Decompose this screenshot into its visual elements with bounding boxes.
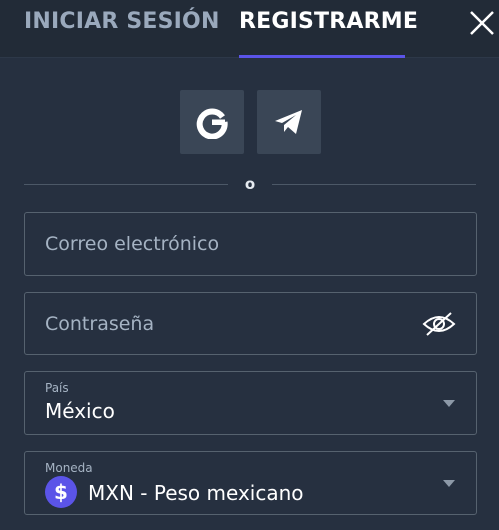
divider-line-left (24, 184, 228, 185)
country-label: País (45, 381, 69, 395)
country-value: México (45, 399, 115, 423)
email-input[interactable] (45, 213, 425, 275)
google-icon (196, 108, 228, 139)
telegram-icon (275, 110, 302, 134)
telegram-login-button[interactable] (257, 90, 321, 154)
tab-register[interactable]: REGISTRARME (239, 9, 418, 34)
email-field (24, 212, 477, 276)
divider-line-right (272, 184, 476, 185)
password-input[interactable] (45, 293, 425, 354)
auth-tabs: INICIAR SESIÓN REGISTRARME (0, 0, 499, 58)
google-login-button[interactable] (180, 90, 244, 154)
currency-value: MXN - Peso mexicano (88, 481, 304, 505)
close-button[interactable] (468, 9, 496, 37)
chevron-down-icon (443, 480, 455, 487)
password-field (24, 292, 477, 355)
close-icon (470, 11, 494, 35)
chevron-down-icon (443, 400, 455, 407)
divider-text: o (244, 175, 256, 193)
currency-select[interactable]: Moneda $ MXN - Peso mexicano (24, 451, 477, 515)
country-select[interactable]: País México (24, 371, 477, 435)
eye-off-icon[interactable] (422, 311, 456, 337)
active-tab-indicator (239, 55, 405, 58)
dollar-icon: $ (45, 476, 77, 508)
tab-login[interactable]: INICIAR SESIÓN (24, 9, 220, 34)
currency-label: Moneda (45, 461, 93, 475)
